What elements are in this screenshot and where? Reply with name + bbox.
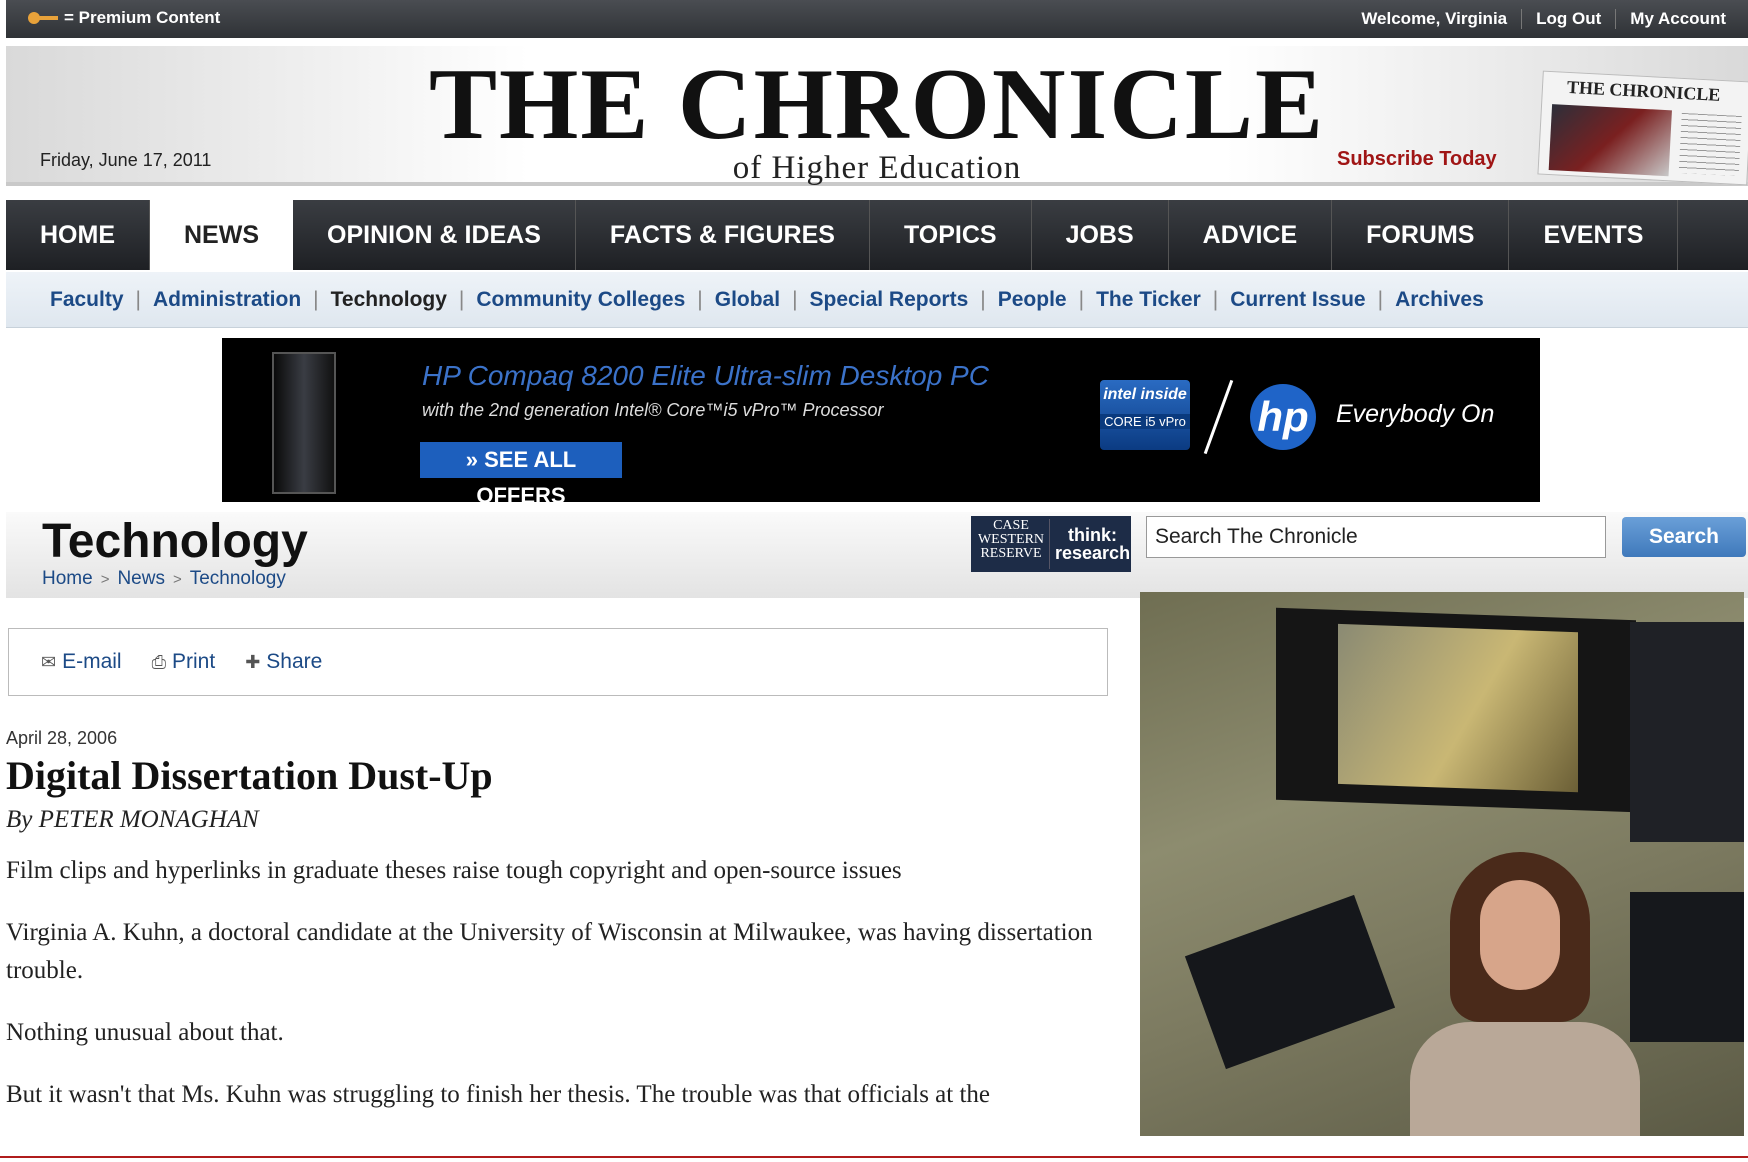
plus-icon: ✚ <box>245 651 261 672</box>
article-paragraph: But it wasn't that Ms. Kuhn was struggli… <box>6 1081 991 1108</box>
my-account-link[interactable]: My Account <box>1615 9 1740 29</box>
photo-face <box>1480 880 1560 990</box>
nav-jobs[interactable]: JOBS <box>1032 200 1169 270</box>
separator: | <box>458 287 465 311</box>
thumbnail-title: THE CHRONICLE <box>1566 76 1721 105</box>
ad-subline: with the 2nd generation Intel® Core™i5 v… <box>422 400 884 420</box>
article-paragraph: Virginia A. Kuhn, a doctoral candidate a… <box>6 919 1093 984</box>
separator: | <box>135 287 141 311</box>
subnav-global[interactable]: Global <box>715 288 780 312</box>
breadcrumb-technology[interactable]: Technology <box>190 568 286 590</box>
intel-core-text: CORE i5 vPro <box>1100 414 1190 429</box>
sub-navigation: Faculty | Administration | Technology | Com… <box>6 272 1748 328</box>
print-link[interactable]: ⎙ Print <box>152 650 216 674</box>
photo-body <box>1410 1022 1640 1136</box>
sponsor-logo-right: think: research <box>1055 526 1130 562</box>
article-title: Digital Dissertation Dust-Up <box>6 753 493 798</box>
thumbnail-text-lines <box>1678 112 1742 176</box>
separator: | <box>980 287 986 311</box>
breadcrumb-home[interactable]: Home <box>42 568 93 590</box>
ad-tagline: Everybody On <box>1336 400 1495 428</box>
sponsor-think: think: <box>1068 525 1118 545</box>
separator: | <box>792 287 798 311</box>
subnav-current-issue[interactable]: Current Issue <box>1230 288 1365 312</box>
masthead: THE CHRONICLE of Higher Education Friday… <box>6 46 1748 186</box>
hp-logo: hp <box>1250 384 1316 450</box>
article-date: April 28, 2006 <box>6 728 118 748</box>
subnav-special-reports[interactable]: Special Reports <box>810 288 969 312</box>
subnav-the-ticker[interactable]: The Ticker <box>1096 288 1201 312</box>
intel-logo: intel inside CORE i5 vPro <box>1100 380 1190 450</box>
nav-advice[interactable]: ADVICE <box>1169 200 1333 270</box>
ad-headline: HP Compaq 8200 Elite Ultra-slim Desktop … <box>422 360 989 391</box>
site-logo-title[interactable]: THE CHRONICLE <box>6 50 1748 160</box>
logout-link[interactable]: Log Out <box>1521 9 1615 29</box>
separator: | <box>1078 287 1085 311</box>
nav-events[interactable]: EVENTS <box>1509 200 1679 270</box>
article-tools: ✉ E-mail ⎙ Print ✚ Share <box>8 628 1108 696</box>
photo-panel <box>1630 622 1744 842</box>
article-byline: By PETER MONAGHAN <box>6 806 259 833</box>
intel-logo-text: intel inside <box>1103 386 1187 403</box>
subnav-people[interactable]: People <box>998 288 1067 312</box>
utility-bar: = Premium Content Welcome, Virginia Log … <box>6 0 1748 38</box>
photo-person <box>1410 852 1640 1136</box>
subnav-faculty[interactable]: Faculty <box>50 288 124 312</box>
main-navigation: HOME NEWS OPINION & IDEAS FACTS & FIGURE… <box>6 200 1748 270</box>
share-link[interactable]: ✚ Share <box>245 650 322 674</box>
photo-panel <box>1630 892 1744 1042</box>
print-label: Print <box>172 650 216 673</box>
sponsor-research: research <box>1055 543 1131 563</box>
separator: | <box>1212 287 1219 311</box>
search-button[interactable]: Search <box>1622 517 1746 557</box>
separator: | <box>697 287 703 311</box>
search-input[interactable] <box>1146 516 1606 558</box>
nav-news[interactable]: NEWS <box>150 200 293 270</box>
printer-icon: ⎙ <box>151 651 167 672</box>
share-label: Share <box>266 650 323 673</box>
welcome-text: Welcome, Virginia <box>1361 9 1508 28</box>
photo-screen-content <box>1338 623 1578 793</box>
subnav-community-colleges[interactable]: Community Colleges <box>476 288 685 312</box>
article-paragraph: Nothing unusual about that. <box>6 1019 284 1046</box>
premium-legend: = Premium Content <box>28 8 220 28</box>
separator: | <box>313 287 319 311</box>
article-dek: Film clips and hyperlinks in graduate th… <box>6 857 902 884</box>
envelope-icon: ✉ <box>41 651 57 672</box>
page-title: Technology <box>42 515 308 568</box>
see-all-offers-button[interactable]: » SEE ALL OFFERS <box>420 442 622 502</box>
sponsor-logo-left: CASE WESTERN RESERVE <box>973 519 1050 569</box>
thumbnail-photo <box>1548 104 1672 177</box>
email-link[interactable]: ✉ E-mail <box>41 650 122 674</box>
photo-wall-screen <box>1276 607 1636 813</box>
subnav-administration[interactable]: Administration <box>153 288 301 312</box>
breadcrumb: Home > News > Technology <box>42 568 286 590</box>
subnav-archives[interactable]: Archives <box>1395 288 1484 312</box>
breadcrumb-news[interactable]: News <box>117 568 165 590</box>
photo-kiosk <box>1184 894 1396 1070</box>
chevron-right-icon: > <box>172 570 182 588</box>
article-photo <box>1140 592 1744 1136</box>
nav-topics[interactable]: TOPICS <box>870 200 1032 270</box>
separator: | <box>1377 287 1384 311</box>
nav-facts-figures[interactable]: FACTS & FIGURES <box>576 200 870 270</box>
key-icon <box>28 9 58 27</box>
subscribe-link[interactable]: Subscribe Today <box>1337 148 1497 171</box>
nav-home[interactable]: HOME <box>6 200 150 270</box>
hp-ad-banner[interactable]: HP Compaq 8200 Elite Ultra-slim Desktop … <box>222 338 1540 502</box>
account-links: Welcome, Virginia Log Out My Account <box>1347 9 1740 29</box>
sponsor-logo[interactable]: CASE WESTERN RESERVE think: research <box>971 516 1131 572</box>
chevron-right-icon: > <box>100 570 110 588</box>
divider-slash <box>1203 379 1234 455</box>
nav-opinion-ideas[interactable]: OPINION & IDEAS <box>293 200 576 270</box>
desktop-pc-image <box>272 352 336 494</box>
subnav-technology[interactable]: Technology <box>331 288 447 312</box>
print-edition-thumbnail[interactable]: THE CHRONICLE <box>1537 70 1748 186</box>
bottom-divider <box>0 1156 1748 1158</box>
premium-label: = Premium Content <box>64 8 221 27</box>
current-date: Friday, June 17, 2011 <box>40 150 212 170</box>
email-label: E-mail <box>62 650 122 673</box>
nav-forums[interactable]: FORUMS <box>1332 200 1510 270</box>
